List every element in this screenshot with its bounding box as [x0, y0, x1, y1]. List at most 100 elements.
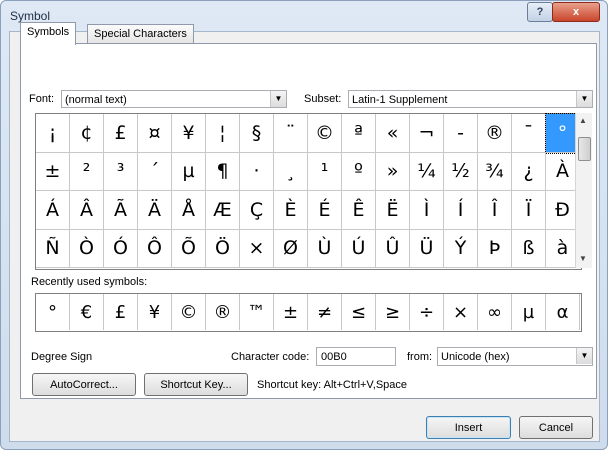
from-dropdown[interactable]: Unicode (hex) ▼	[437, 347, 593, 366]
symbol-cell[interactable]: -	[444, 114, 478, 153]
recent-symbol-cell[interactable]: ÷	[410, 294, 444, 330]
symbol-cell[interactable]: ¹	[308, 152, 342, 191]
font-dropdown[interactable]: (normal text) ▼	[61, 90, 287, 108]
autocorrect-button[interactable]: AutoCorrect...	[32, 373, 136, 396]
symbol-cell[interactable]: Ó	[104, 229, 138, 268]
symbol-cell[interactable]: Û	[376, 229, 410, 268]
symbol-cell[interactable]: Õ	[172, 229, 206, 268]
symbol-cell[interactable]: Â	[70, 191, 104, 230]
symbol-cell[interactable]: ·	[240, 152, 274, 191]
symbol-cell[interactable]: ´	[138, 152, 172, 191]
help-icon: ?	[536, 6, 544, 18]
symbol-cell[interactable]: »	[376, 152, 410, 191]
shortcut-key-button-label: Shortcut Key...	[160, 378, 232, 391]
symbol-cell[interactable]: º	[342, 152, 376, 191]
symbol-cell[interactable]: ¿	[512, 152, 546, 191]
symbol-cell[interactable]: Ô	[138, 229, 172, 268]
symbol-cell[interactable]: ©	[308, 114, 342, 153]
chevron-down-icon: ▼	[576, 91, 592, 107]
symbol-cell[interactable]: ¤	[138, 114, 172, 153]
symbol-cell[interactable]: ¬	[410, 114, 444, 153]
recent-symbol-cell[interactable]: °	[36, 294, 70, 330]
symbol-cell[interactable]: ¦	[206, 114, 240, 153]
symbol-cell[interactable]: Ï	[512, 191, 546, 230]
scroll-down-icon[interactable]: ▼	[579, 254, 587, 263]
close-icon: x	[572, 6, 580, 18]
symbol-cell[interactable]: «	[376, 114, 410, 153]
symbol-cell[interactable]: É	[308, 191, 342, 230]
recent-symbol-cell[interactable]: ≠	[308, 294, 342, 330]
symbol-cell[interactable]: Å	[172, 191, 206, 230]
symbol-cell[interactable]: ¼	[410, 152, 444, 191]
symbol-cell[interactable]: ¸	[274, 152, 308, 191]
symbol-cell[interactable]: µ	[172, 152, 206, 191]
symbol-grid: ¡ ¢ £ ¤ ¥ ¦ § ¨ © ª «¬ - ® ¯ ° ± ² ³ ´ µ ¶ · ¸ ¹ º» ¼ ½ ¾ ¿ À Á Â Ã Ä Å Æ Ç È…	[35, 113, 582, 270]
symbol-cell[interactable]: Ú	[342, 229, 376, 268]
symbol-cell[interactable]: È	[274, 191, 308, 230]
tab-special-characters[interactable]: Special Characters	[87, 24, 194, 44]
shortcut-key-button[interactable]: Shortcut Key...	[144, 373, 248, 396]
symbol-cell[interactable]: Þ	[478, 229, 512, 268]
scrollbar-thumb[interactable]	[578, 137, 591, 161]
symbol-cell[interactable]: Ø	[274, 229, 308, 268]
help-button[interactable]: ?	[527, 2, 553, 22]
recent-label: Recently used symbols:	[31, 276, 148, 288]
recent-symbol-cell[interactable]: ≤	[342, 294, 376, 330]
subset-value: Latin-1 Supplement	[352, 94, 448, 106]
symbol-cell[interactable]: Î	[478, 191, 512, 230]
symbol-cell[interactable]: ¥	[172, 114, 206, 153]
symbol-cell[interactable]: ±	[36, 152, 70, 191]
symbol-cell[interactable]: ¯	[512, 114, 546, 153]
symbol-cell[interactable]: ³	[104, 152, 138, 191]
symbol-cell[interactable]: Ì	[410, 191, 444, 230]
symbol-cell[interactable]: Æ	[206, 191, 240, 230]
symbol-cell[interactable]: Ñ	[36, 229, 70, 268]
subset-dropdown[interactable]: Latin-1 Supplement ▼	[348, 90, 593, 108]
symbol-cell[interactable]: ¾	[478, 152, 512, 191]
symbol-cell[interactable]: Ü	[410, 229, 444, 268]
recent-symbol-cell[interactable]: α	[546, 294, 580, 330]
symbol-cell[interactable]: ¨	[274, 114, 308, 153]
insert-button[interactable]: Insert	[426, 416, 511, 439]
scroll-up-icon[interactable]: ▲	[579, 116, 587, 125]
symbol-cell[interactable]: Ç	[240, 191, 274, 230]
symbol-cell[interactable]: Ö	[206, 229, 240, 268]
symbol-cell[interactable]: §	[240, 114, 274, 153]
symbol-cell[interactable]: ¡	[36, 114, 70, 153]
character-code-input[interactable]: 00B0	[316, 347, 396, 366]
recent-symbol-cell[interactable]: ∞	[478, 294, 512, 330]
tab-symbols[interactable]: Symbols	[20, 22, 77, 45]
symbol-cell[interactable]: ²	[70, 152, 104, 191]
symbol-cell[interactable]: ®	[478, 114, 512, 153]
symbol-cell[interactable]: Ë	[376, 191, 410, 230]
symbol-cell[interactable]: ß	[512, 229, 546, 268]
recent-symbol-cell[interactable]: ≥	[376, 294, 410, 330]
symbol-grid-scrollbar[interactable]: ▲ ▼	[575, 113, 592, 268]
symbol-cell[interactable]: ½	[444, 152, 478, 191]
recent-symbol-cell[interactable]: ™	[240, 294, 274, 330]
symbol-cell[interactable]: £	[104, 114, 138, 153]
symbol-cell[interactable]: ¢	[70, 114, 104, 153]
symbol-cell[interactable]: Á	[36, 191, 70, 230]
recent-symbol-cell[interactable]: ±	[274, 294, 308, 330]
recent-symbol-cell[interactable]: €	[70, 294, 104, 330]
recent-symbol-cell[interactable]: £	[104, 294, 138, 330]
window-title: Symbol	[10, 9, 51, 23]
symbol-cell[interactable]: Ù	[308, 229, 342, 268]
recent-symbol-cell[interactable]: ×	[444, 294, 478, 330]
symbol-cell[interactable]: Ä	[138, 191, 172, 230]
recent-symbol-cell[interactable]: ¥	[138, 294, 172, 330]
symbol-cell[interactable]: ª	[342, 114, 376, 153]
cancel-button[interactable]: Cancel	[519, 416, 593, 439]
close-button[interactable]: x	[552, 2, 600, 22]
symbol-cell[interactable]: Ò	[70, 229, 104, 268]
symbol-cell[interactable]: ×	[240, 229, 274, 268]
recent-symbol-cell[interactable]: ©	[172, 294, 206, 330]
recent-symbol-cell[interactable]: µ	[512, 294, 546, 330]
recent-symbol-cell[interactable]: ®	[206, 294, 240, 330]
symbol-cell[interactable]: Ý	[444, 229, 478, 268]
symbol-cell[interactable]: Í	[444, 191, 478, 230]
symbol-cell[interactable]: Ê	[342, 191, 376, 230]
symbol-cell[interactable]: ¶	[206, 152, 240, 191]
symbol-cell[interactable]: Ã	[104, 191, 138, 230]
